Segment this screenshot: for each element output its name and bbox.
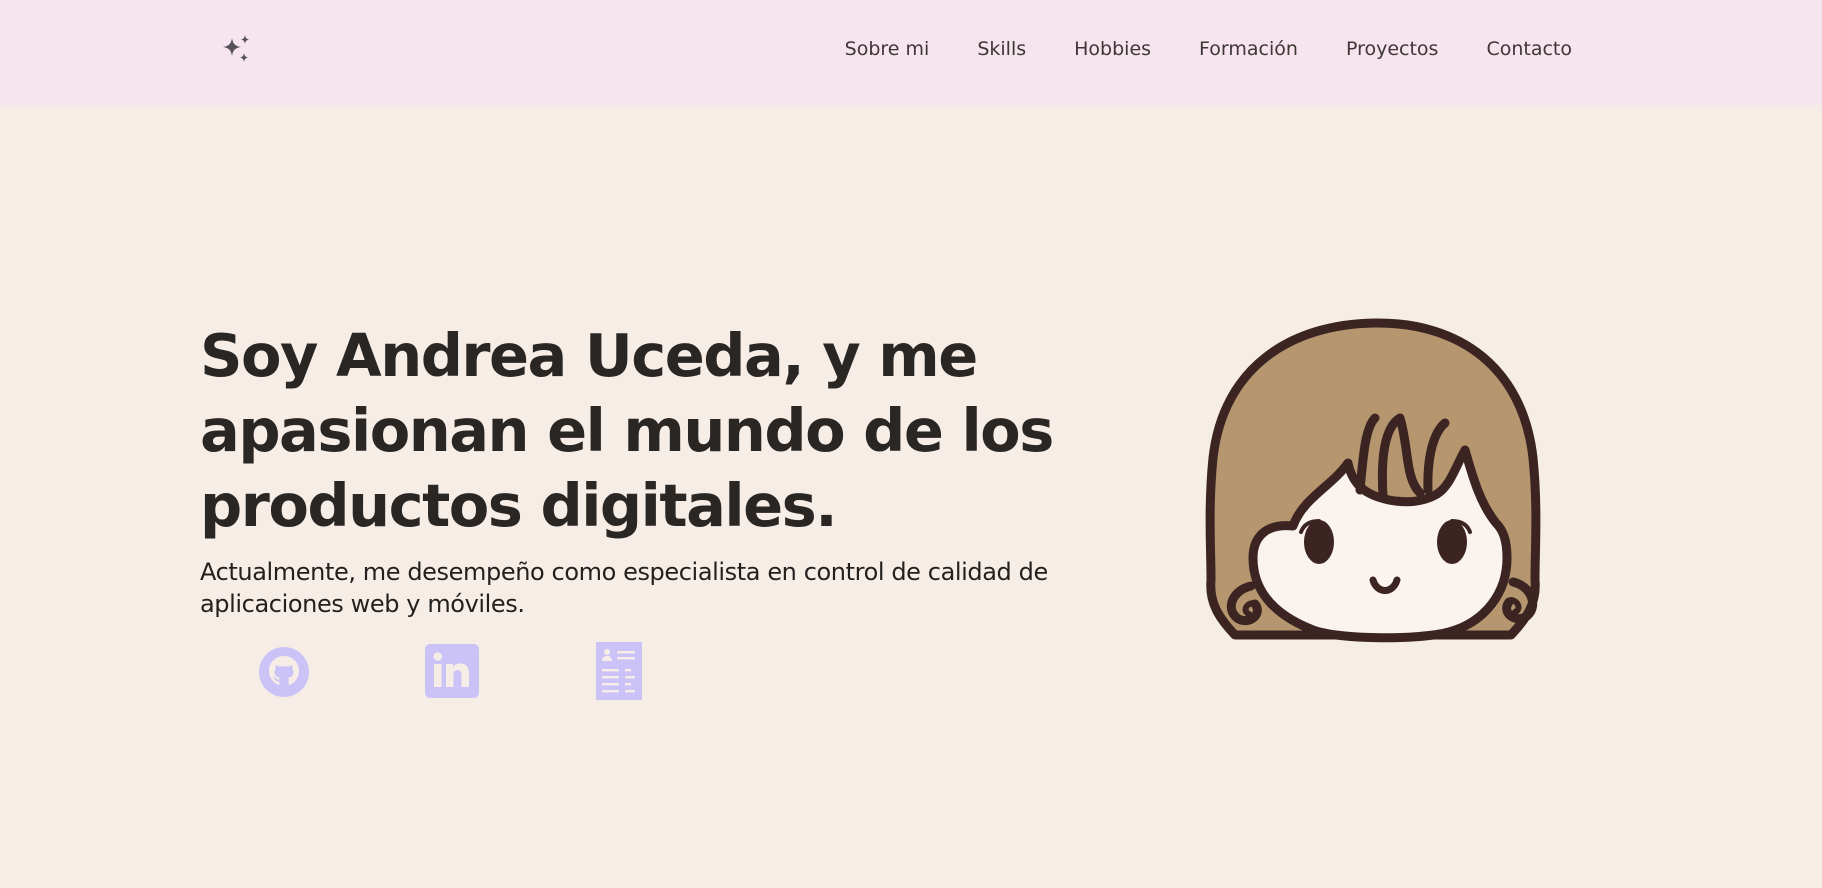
nav-link-skills[interactable]: Skills xyxy=(977,38,1026,60)
site-header: Sobre mi Skills Hobbies Formación Proyec… xyxy=(0,0,1822,105)
social-links xyxy=(258,642,678,702)
main-nav: Sobre mi Skills Hobbies Formación Proyec… xyxy=(845,38,1572,60)
nav-link-proyectos[interactable]: Proyectos xyxy=(1346,38,1439,60)
hero-title: Soy Andrea Uceda, y me apasionan el mund… xyxy=(200,321,1054,540)
sparkles-icon[interactable] xyxy=(221,33,253,65)
nav-link-contacto[interactable]: Contacto xyxy=(1486,38,1572,60)
resume-icon[interactable] xyxy=(596,642,642,704)
linkedin-icon[interactable] xyxy=(425,644,479,702)
nav-link-formacion[interactable]: Formación xyxy=(1199,38,1298,60)
nav-link-hobbies[interactable]: Hobbies xyxy=(1074,38,1151,60)
nav-link-sobre-mi[interactable]: Sobre mi xyxy=(845,38,930,60)
avatar-illustration xyxy=(1205,318,1575,678)
github-icon[interactable] xyxy=(258,646,310,702)
hero-subtitle: Actualmente, me desempeño como especiali… xyxy=(200,558,1048,618)
